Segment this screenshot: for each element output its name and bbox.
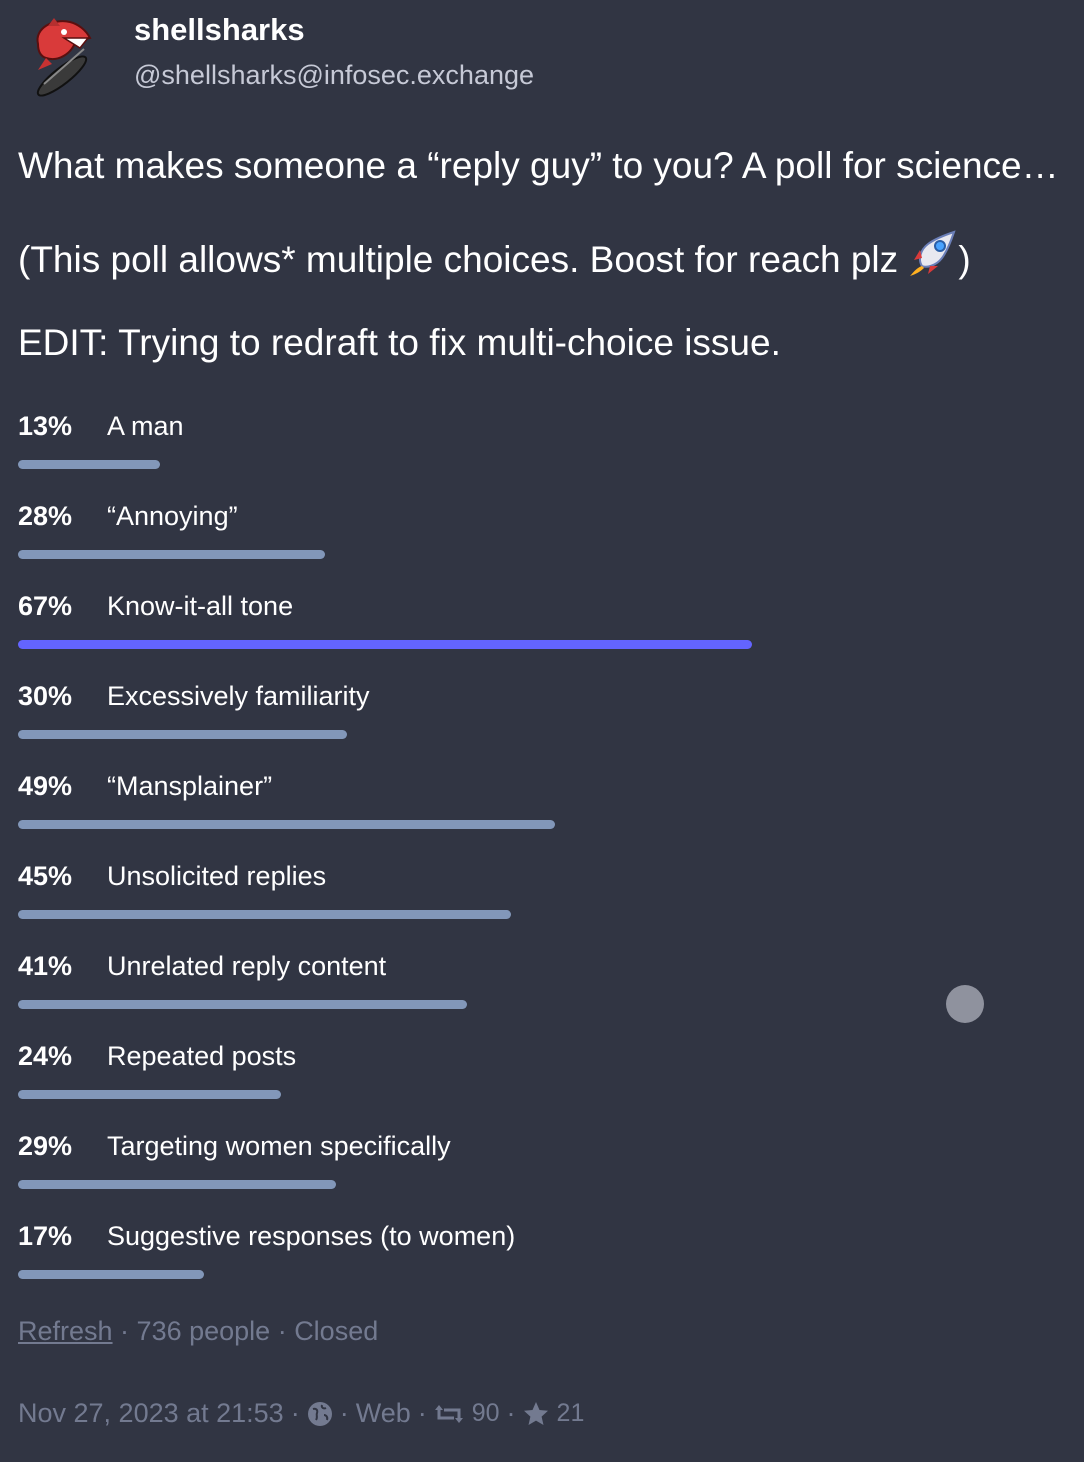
poll-option: 45% Unsolicited replies (18, 855, 1068, 935)
poll-option-bar (18, 730, 347, 739)
poll-option-percent: 41% (18, 951, 73, 981)
poll-option-label: Targeting women specifically (107, 1131, 451, 1161)
poll-option-label: Repeated posts (107, 1041, 297, 1071)
poll-option-percent: 13% (18, 411, 73, 441)
poll-option: 67% Know-it-all tone (18, 585, 1068, 665)
poll-option: 49% “Mansplainer” (18, 765, 1068, 845)
poll-option-bar (18, 1270, 204, 1279)
poll-option-label: Suggestive responses (to women) (107, 1221, 516, 1251)
separator: · (417, 1398, 427, 1428)
poll-option-bar-leading (18, 640, 752, 649)
poll-option: 29% Targeting women specifically (18, 1125, 1068, 1205)
poll-option-bar (18, 1000, 467, 1009)
poll-voter-count: 736 people (136, 1316, 271, 1346)
poll-option-label: Unsolicited replies (107, 861, 327, 891)
poll-option-bar (18, 1090, 281, 1099)
post-text: (This poll allows* multiple choices. Boo… (18, 239, 909, 280)
separator: · (506, 1398, 516, 1428)
author-display-name[interactable]: shellsharks (134, 12, 305, 48)
poll-option: 41% Unrelated reply content (18, 945, 1068, 1025)
globe-icon (307, 1401, 332, 1426)
post-text: ) (958, 239, 971, 280)
status-meta: Nov 27, 2023 at 21:53 · · Web · 90 · 21 (18, 1398, 584, 1429)
poll-option-label: Know-it-all tone (107, 591, 294, 621)
boost-count: 90 (471, 1399, 500, 1427)
poll-option: 13% A man (18, 405, 1068, 485)
poll-option-percent: 17% (18, 1221, 73, 1251)
poll-footer: Refresh · 736 people · Closed (18, 1316, 378, 1347)
poll-status: Closed (294, 1316, 379, 1346)
poll-option-label: “Annoying” (107, 501, 238, 531)
post-text-line: (This poll allows* multiple choices. Boo… (18, 228, 971, 286)
poll-option: 17% Suggestive responses (to women) (18, 1215, 1068, 1295)
poll-option-bar (18, 910, 511, 919)
post-text-line: EDIT: Trying to redraft to fix multi-cho… (18, 322, 781, 363)
refresh-link[interactable]: Refresh (18, 1316, 113, 1346)
poll-option-bar (18, 1180, 336, 1189)
poll-option-bar (18, 820, 555, 829)
separator: · (290, 1398, 300, 1428)
status-header: shellsharks @shellsharks@infosec.exchang… (0, 0, 1084, 110)
separator: · (270, 1316, 295, 1346)
separator: · (339, 1398, 349, 1428)
poll-option: 28% “Annoying” (18, 495, 1068, 575)
status-timestamp[interactable]: Nov 27, 2023 at 21:53 (18, 1398, 284, 1429)
favourite-count: 21 (556, 1399, 585, 1427)
boost-icon[interactable] (434, 1402, 464, 1426)
separator: · (112, 1316, 137, 1346)
post-text-line: What makes someone a “reply guy” to you?… (18, 145, 1059, 186)
scroll-indicator[interactable] (946, 985, 984, 1023)
poll-option-label: Unrelated reply content (107, 951, 387, 981)
poll-option: 30% Excessively familiarity (18, 675, 1068, 755)
poll-option-percent: 29% (18, 1131, 73, 1161)
post-content: What makes someone a “reply guy” to you?… (18, 140, 1078, 363)
poll-option-percent: 67% (18, 591, 73, 621)
author-handle[interactable]: @shellsharks@infosec.exchange (134, 60, 534, 91)
poll-option-label: “Mansplainer” (107, 771, 273, 801)
rocket-emoji (910, 230, 957, 276)
poll-option-percent: 24% (18, 1041, 73, 1071)
poll-option-percent: 28% (18, 501, 73, 531)
poll-option-percent: 49% (18, 771, 73, 801)
poll-option-label: Excessively familiarity (107, 681, 370, 711)
star-icon[interactable] (523, 1401, 549, 1427)
poll-option: 24% Repeated posts (18, 1035, 1068, 1115)
status-application[interactable]: Web (356, 1398, 411, 1429)
poll-option-bar (18, 550, 325, 559)
poll-option-percent: 30% (18, 681, 73, 711)
poll-option-label: A man (107, 411, 184, 441)
poll-option-percent: 45% (18, 861, 73, 891)
avatar[interactable] (24, 14, 108, 98)
poll-option-bar (18, 460, 160, 469)
